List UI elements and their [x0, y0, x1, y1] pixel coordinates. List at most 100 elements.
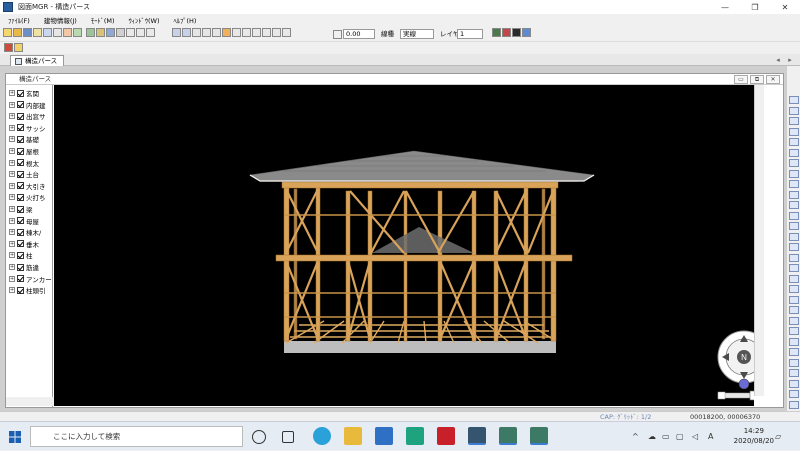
maximize-button[interactable]: ❐	[740, 0, 770, 14]
expand-icon[interactable]: +	[9, 264, 15, 270]
clock[interactable]: 14:29 2020/08/20	[734, 426, 774, 446]
tree-node[interactable]: + アンカー	[9, 274, 52, 284]
file-explorer-icon[interactable]	[344, 427, 362, 445]
copy-tool-icon[interactable]	[106, 28, 115, 37]
visibility-checkbox[interactable]	[17, 89, 24, 97]
tree-node[interactable]: + 柱	[9, 250, 33, 260]
doc-restore-button[interactable]: ⧉	[750, 75, 764, 84]
tree-node[interactable]: + 棟木/	[9, 227, 41, 237]
visibility-checkbox[interactable]	[17, 159, 24, 167]
visibility-checkbox[interactable]	[17, 286, 24, 294]
visibility-checkbox[interactable]	[17, 240, 24, 248]
security-app-icon[interactable]	[437, 427, 455, 445]
app-l-icon[interactable]	[406, 427, 424, 445]
grid-view-icon[interactable]	[172, 28, 181, 37]
expand-icon[interactable]: +	[9, 159, 15, 166]
taskbar-search-box[interactable]: ここに入力して検索	[30, 426, 243, 447]
tree-node[interactable]: + 基礎	[9, 134, 39, 144]
zoom-out-icon[interactable]	[242, 28, 251, 37]
tree-node[interactable]: + 大引き	[9, 181, 46, 191]
rotate-slider[interactable]	[717, 390, 754, 401]
menu-window[interactable]: ｳｨﾝﾄﾞｳ(W)	[129, 15, 160, 25]
visibility-checkbox[interactable]	[17, 135, 24, 143]
expand-icon[interactable]: +	[9, 217, 15, 224]
expand-icon[interactable]: +	[9, 206, 15, 212]
visibility-checkbox[interactable]	[17, 112, 24, 120]
tree-node[interactable]: + 火打ち	[9, 192, 46, 202]
mail-icon[interactable]	[375, 427, 393, 445]
menu-file[interactable]: ﾌｧｲﾙ(F)	[8, 15, 30, 25]
palette-tool-icon[interactable]	[789, 211, 799, 220]
visibility-checkbox[interactable]	[17, 182, 24, 190]
expand-icon[interactable]: +	[9, 252, 15, 259]
measure-tool-icon[interactable]	[136, 28, 145, 37]
visibility-checkbox[interactable]	[17, 217, 24, 225]
menu-mode[interactable]: ﾓｰﾄﾞ(M)	[91, 15, 115, 25]
ime-indicator[interactable]: A	[708, 422, 713, 451]
tree-node[interactable]: + 母屋	[9, 216, 39, 226]
tray-chevron-icon[interactable]: ^	[632, 422, 639, 451]
visibility-checkbox[interactable]	[17, 147, 24, 155]
orbit-icon[interactable]	[738, 378, 750, 390]
save-icon[interactable]	[23, 28, 32, 37]
palette-tool-icon[interactable]	[789, 243, 799, 251]
notification-icon[interactable]: ▱	[775, 422, 781, 451]
select-tool-icon[interactable]	[86, 28, 95, 37]
zoom-in-icon[interactable]	[232, 28, 241, 37]
tree-node[interactable]: + 玄関	[9, 88, 39, 98]
stretch-tool-icon[interactable]	[146, 28, 155, 37]
palette-tool-icon[interactable]	[789, 190, 799, 199]
settings-icon[interactable]	[512, 28, 521, 37]
viewport-vertical-scrollbar[interactable]	[754, 85, 764, 396]
palette-tool-icon[interactable]	[789, 138, 799, 146]
menu-help[interactable]: ﾍﾙﾌﾟ(H)	[174, 15, 197, 25]
doc-close-button[interactable]: ✕	[766, 75, 780, 84]
drawing-manager-icon[interactable]	[499, 427, 517, 445]
expand-icon[interactable]: +	[9, 194, 15, 201]
redo-icon[interactable]	[73, 28, 82, 37]
zoom-window-icon[interactable]	[252, 28, 261, 37]
tree-node[interactable]: + 梁	[9, 204, 33, 214]
palette-tool-icon[interactable]	[789, 159, 799, 167]
move-tool-icon[interactable]	[96, 28, 105, 37]
tree-node[interactable]: + 土台	[9, 169, 39, 179]
palette-tool-icon[interactable]	[789, 358, 799, 367]
minimize-button[interactable]: —	[710, 0, 740, 14]
cortana-icon[interactable]	[252, 430, 266, 444]
tree-node[interactable]: + 垂木	[9, 239, 39, 249]
tab-scroll-left[interactable]: ◂	[774, 55, 782, 65]
palette-tool-icon[interactable]	[789, 348, 799, 356]
palette-tool-icon[interactable]	[789, 400, 799, 409]
expand-icon[interactable]: +	[9, 136, 15, 143]
expand-icon[interactable]: +	[9, 124, 15, 131]
new-file-icon[interactable]	[3, 28, 12, 37]
visibility-checkbox[interactable]	[17, 263, 24, 271]
paste-icon[interactable]	[33, 28, 42, 37]
info-icon[interactable]	[522, 28, 531, 37]
redraw-icon[interactable]	[282, 28, 291, 37]
tree-horizontal-scrollbar[interactable]	[6, 397, 54, 406]
tree-node[interactable]: + 柱頭引	[9, 285, 46, 295]
palette-tool-icon[interactable]	[789, 201, 799, 209]
palette-tool-icon[interactable]	[789, 180, 799, 188]
palette-tool-icon[interactable]	[789, 285, 799, 293]
visibility-checkbox[interactable]	[17, 251, 24, 259]
expand-icon[interactable]: +	[9, 113, 15, 120]
line-width-field[interactable]: 0.00	[343, 29, 375, 39]
palette-tool-icon[interactable]	[789, 253, 799, 262]
palette-tool-icon[interactable]	[789, 295, 799, 304]
screen-icon[interactable]: ▢	[676, 422, 684, 451]
open-folder-icon[interactable]	[13, 28, 22, 37]
close-button[interactable]: ✕	[770, 0, 800, 14]
zoom-all-icon[interactable]	[262, 28, 271, 37]
start-button[interactable]	[0, 422, 30, 451]
expand-icon[interactable]: +	[9, 287, 15, 294]
palette-tool-icon[interactable]	[789, 96, 799, 104]
tree-node[interactable]: + サッシ	[9, 123, 46, 133]
cad-app-icon[interactable]	[468, 427, 486, 445]
expand-icon[interactable]: +	[9, 101, 15, 108]
render-icon[interactable]	[502, 28, 511, 37]
rotate-left-button[interactable]	[717, 391, 726, 400]
menu-building-info[interactable]: 建物情報(J)	[44, 15, 77, 25]
print-preview-icon[interactable]	[53, 28, 62, 37]
